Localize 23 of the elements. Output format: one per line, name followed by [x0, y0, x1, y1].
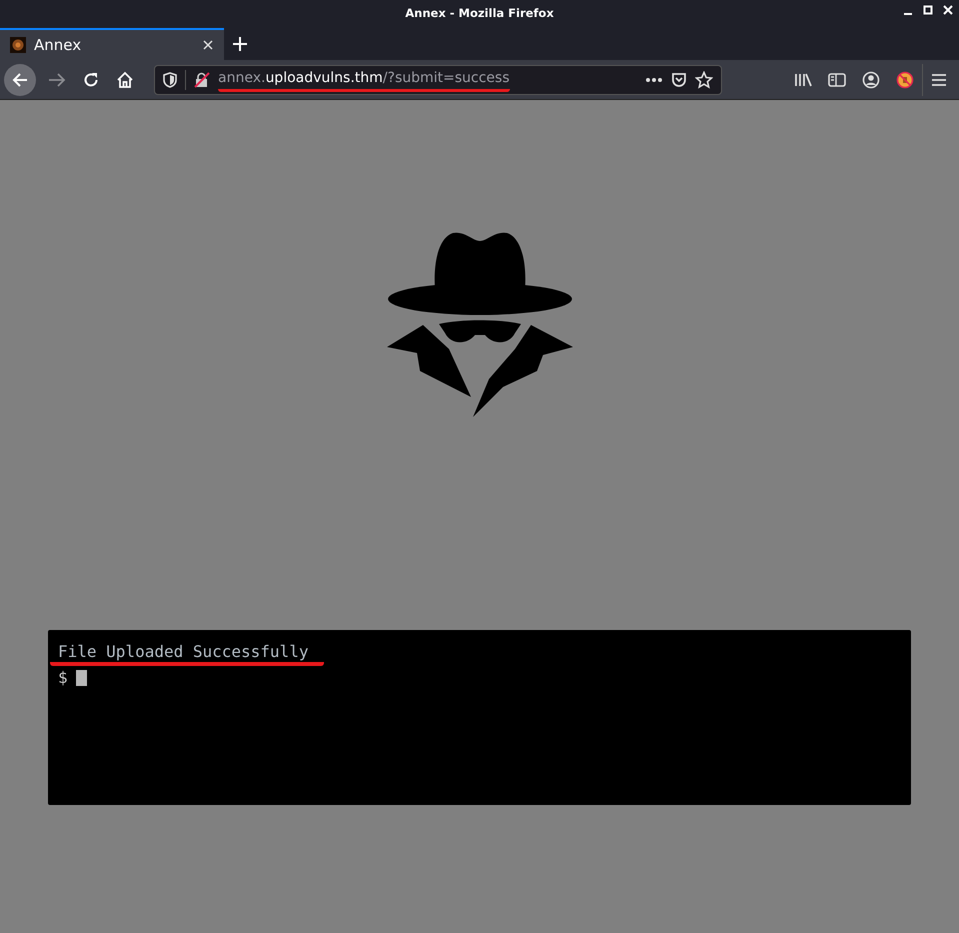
new-tab-icon[interactable]: [232, 36, 248, 52]
insecure-lock-icon[interactable]: [194, 72, 210, 88]
back-arrow-icon: [12, 72, 28, 88]
terminal-output: File Uploaded Successfully: [50, 642, 324, 666]
more-icon[interactable]: [645, 76, 663, 82]
home-icon[interactable]: [116, 70, 134, 88]
favicon-icon: [10, 37, 26, 53]
back-button[interactable]: [4, 64, 36, 96]
prompt-symbol: $: [58, 668, 68, 688]
window-title: Annex - Mozilla Firefox: [405, 5, 554, 22]
menu-icon[interactable]: [931, 72, 947, 86]
forward-icon: [48, 70, 66, 88]
maximize-icon[interactable]: [923, 4, 933, 16]
library-icon[interactable]: [794, 72, 812, 88]
close-icon[interactable]: [202, 39, 214, 51]
shield-icon[interactable]: [163, 72, 177, 88]
browser-tab[interactable]: Annex: [0, 28, 224, 60]
sidebar-icon[interactable]: [828, 72, 846, 88]
reload-icon[interactable]: [82, 70, 100, 88]
pocket-icon[interactable]: [671, 72, 687, 88]
blocked-extension-icon[interactable]: [896, 70, 914, 88]
bookmark-star-icon[interactable]: [695, 70, 713, 88]
account-icon[interactable]: [862, 70, 880, 88]
